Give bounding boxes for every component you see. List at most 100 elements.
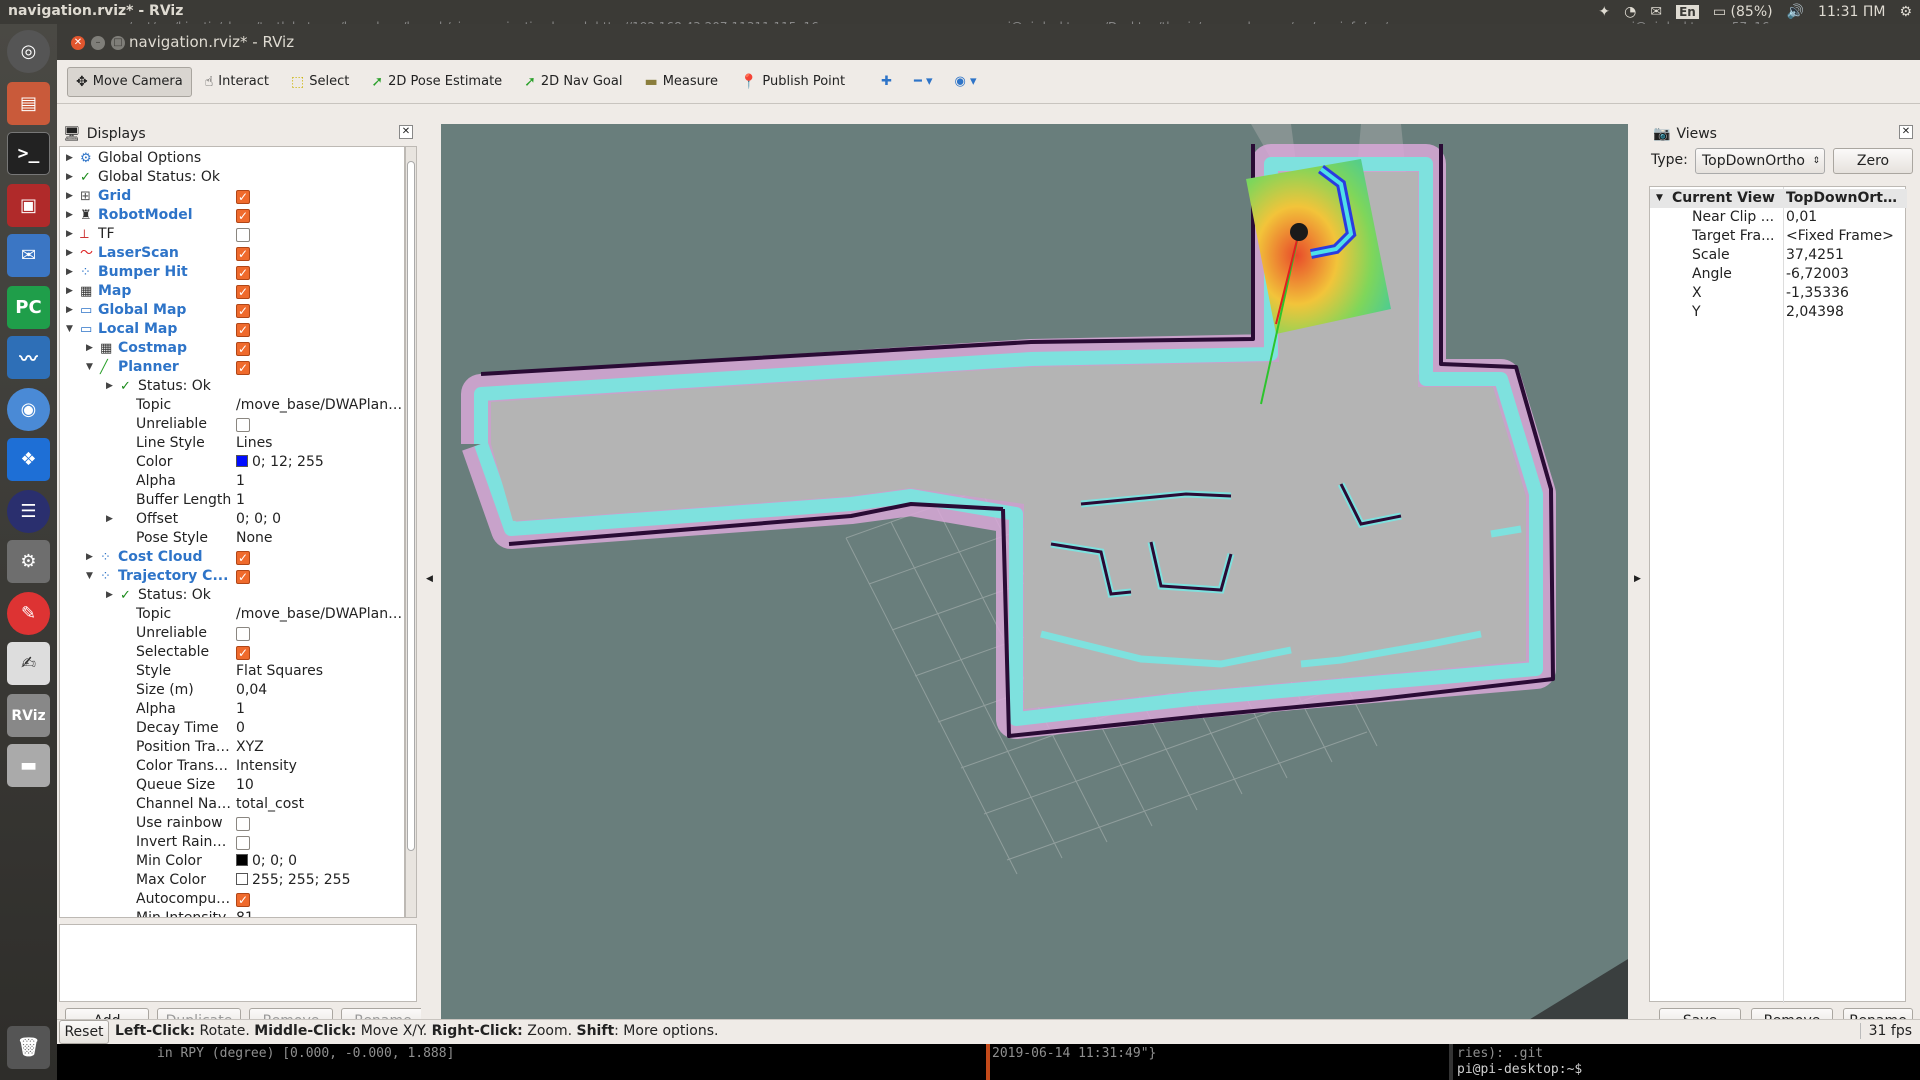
display-value-cell[interactable]: 0 (236, 719, 404, 738)
display-row[interactable]: ▶ ⚙ Global Options (60, 149, 404, 168)
display-row[interactable]: ▶ ▦ Costmap (60, 339, 404, 359)
chromium-icon[interactable]: ◉ (7, 388, 50, 431)
mail-icon[interactable]: ✉ (1650, 4, 1662, 20)
display-row[interactable]: ▼ ╱ Planner (60, 358, 404, 378)
pose-estimate-tool[interactable]: ➚ 2D Pose Estimate (362, 67, 511, 97)
select-tool[interactable]: ⬚ Select (282, 67, 358, 97)
view-property-row[interactable]: Y 2,04398 (1650, 303, 1907, 322)
expand-arrow-icon[interactable]: ▶ (66, 206, 73, 225)
display-property-value[interactable]: 0 (236, 720, 245, 736)
dropbox-tray-icon[interactable]: ✦ (1598, 4, 1610, 20)
display-enabled-checkbox[interactable] (236, 644, 250, 663)
color-swatch[interactable] (236, 854, 248, 866)
display-enabled-checkbox[interactable] (236, 359, 250, 378)
display-value-cell[interactable]: 0; 0; 0 (236, 852, 404, 871)
display-property-value[interactable]: Intensity (236, 758, 297, 774)
display-property-value[interactable]: 1 (236, 492, 245, 508)
left-splitter[interactable]: ◀ (421, 124, 439, 1037)
display-enabled-checkbox[interactable] (236, 321, 250, 340)
collapse-right-icon[interactable]: ▶ (1634, 574, 1641, 584)
display-row[interactable]: ▼ ⁘ Trajectory C... (60, 567, 404, 587)
measure-tool[interactable]: ▬ Measure (635, 67, 726, 97)
display-row[interactable]: Unreliable (60, 415, 404, 434)
expand-arrow-icon[interactable]: ▼ (86, 358, 93, 377)
display-row[interactable]: ▶ ⁘ Bumper Hit (60, 263, 404, 283)
files-icon[interactable]: ▤ (7, 82, 50, 125)
display-row[interactable]: Size (m) 0,04 (60, 681, 404, 700)
nav-goal-tool[interactable]: ➚ 2D Nav Goal (515, 67, 631, 97)
color-swatch[interactable] (236, 873, 248, 885)
display-row[interactable]: Line Style Lines (60, 434, 404, 453)
display-value-cell[interactable]: XYZ (236, 738, 404, 757)
display-row[interactable]: Topic/move_base/DWAPlan… (60, 396, 404, 415)
ubuntu-dash-icon[interactable]: ◎ (7, 30, 50, 73)
display-property-value[interactable]: Lines (236, 435, 272, 451)
display-property-value[interactable]: 0; 0; 0 (236, 511, 281, 527)
display-value-cell[interactable]: 0,04 (236, 681, 404, 700)
display-property-value[interactable]: 0; 12; 255 (252, 454, 324, 470)
display-row[interactable]: Max Color 255; 255; 255 (60, 871, 404, 890)
display-row[interactable]: ▶ ♜ RobotModel (60, 206, 404, 226)
display-row[interactable]: Decay Time 0 (60, 719, 404, 738)
render-view-3d[interactable] (441, 124, 1628, 1037)
expand-arrow-icon[interactable]: ▼ (86, 567, 93, 586)
expand-arrow-icon[interactable]: ▶ (66, 149, 73, 168)
gedit-icon[interactable]: ✎ (7, 592, 50, 635)
zero-view-button[interactable]: Zero (1833, 148, 1913, 174)
display-row[interactable]: Invert Rainbow (60, 833, 404, 852)
display-property-value[interactable]: /move_base/DWAPlan… (236, 606, 402, 622)
display-value-cell[interactable]: 81 (236, 909, 404, 917)
display-enabled-checkbox[interactable] (236, 188, 250, 207)
expand-arrow-icon[interactable]: ▶ (86, 339, 93, 358)
expand-arrow-icon[interactable]: ▶ (66, 301, 73, 320)
rviz-icon[interactable]: RViz (7, 694, 50, 737)
expand-arrow-icon[interactable]: ▶ (106, 586, 113, 605)
display-property-value[interactable]: 0; 0; 0 (252, 853, 297, 869)
right-splitter[interactable]: ▶ (1629, 124, 1647, 1037)
view-property-value[interactable]: 2,04398 (1786, 303, 1904, 322)
expand-arrow-icon[interactable]: ▶ (86, 548, 93, 567)
view-property-row[interactable]: X -1,35336 (1650, 284, 1907, 303)
collapse-left-icon[interactable]: ◀ (426, 574, 433, 584)
view-property-value[interactable]: <Fixed Frame> (1786, 227, 1904, 246)
display-row[interactable]: ▶ ▭ Global Map (60, 301, 404, 321)
display-row[interactable]: Autocomput... (60, 890, 404, 910)
display-value-cell[interactable]: 0; 0; 0 (236, 510, 404, 529)
expand-arrow-icon[interactable]: ▶ (66, 225, 73, 244)
view-property-row[interactable]: Angle -6,72003 (1650, 265, 1907, 284)
publish-point-tool[interactable]: 📍 Publish Point (731, 67, 854, 97)
display-value-cell[interactable]: 1 (236, 491, 404, 510)
display-value-cell[interactable]: Lines (236, 434, 404, 453)
display-enabled-checkbox[interactable] (236, 302, 250, 321)
clock[interactable]: 11:31 ПМ (1818, 4, 1885, 20)
remove-tool-button[interactable]: ━ ▾ (905, 67, 941, 97)
display-enabled-checkbox[interactable] (236, 207, 250, 226)
terminal-prompt[interactable]: pi@pi-desktop:~$ (1457, 1062, 1590, 1077)
display-property-value[interactable]: /move_base/DWAPlan… (236, 397, 402, 413)
close-window-icon[interactable]: ✕ (71, 36, 85, 50)
display-row[interactable]: Pose Style None (60, 529, 404, 548)
reset-button[interactable]: Reset (59, 1020, 109, 1044)
display-row[interactable]: Queue Size 10 (60, 776, 404, 795)
display-property-value[interactable]: 10 (236, 777, 254, 793)
display-row[interactable]: Selectable (60, 643, 404, 663)
display-row[interactable]: ▶ ✓ Global Status: Ok (60, 168, 404, 187)
display-enabled-checkbox[interactable] (236, 245, 250, 264)
display-property-value[interactable]: 1 (236, 473, 245, 489)
display-property-value[interactable]: 81 (236, 910, 254, 917)
view-type-select[interactable]: TopDownOrtho ⇕ (1695, 148, 1825, 174)
battery-indicator[interactable]: ▭ (85%) (1713, 4, 1773, 20)
expand-arrow-icon[interactable]: ▶ (106, 510, 113, 529)
display-enabled-checkbox[interactable] (236, 283, 250, 302)
display-row[interactable]: ▶ ✓ Status: Ok (60, 377, 404, 396)
display-value-cell[interactable]: None (236, 529, 404, 548)
display-enabled-checkbox[interactable] (236, 568, 250, 587)
display-value-cell[interactable]: 255; 255; 255 (236, 871, 404, 890)
view-property-value[interactable]: -1,35336 (1786, 284, 1904, 303)
display-row[interactable]: ▼ ▭ Local Map (60, 320, 404, 340)
display-property-value[interactable]: 1 (236, 701, 245, 717)
display-enabled-checkbox[interactable] (236, 836, 250, 850)
display-row[interactable]: Alpha 1 (60, 472, 404, 491)
trash-icon[interactable]: 🗑 (7, 1026, 50, 1069)
display-enabled-checkbox[interactable] (236, 264, 250, 283)
